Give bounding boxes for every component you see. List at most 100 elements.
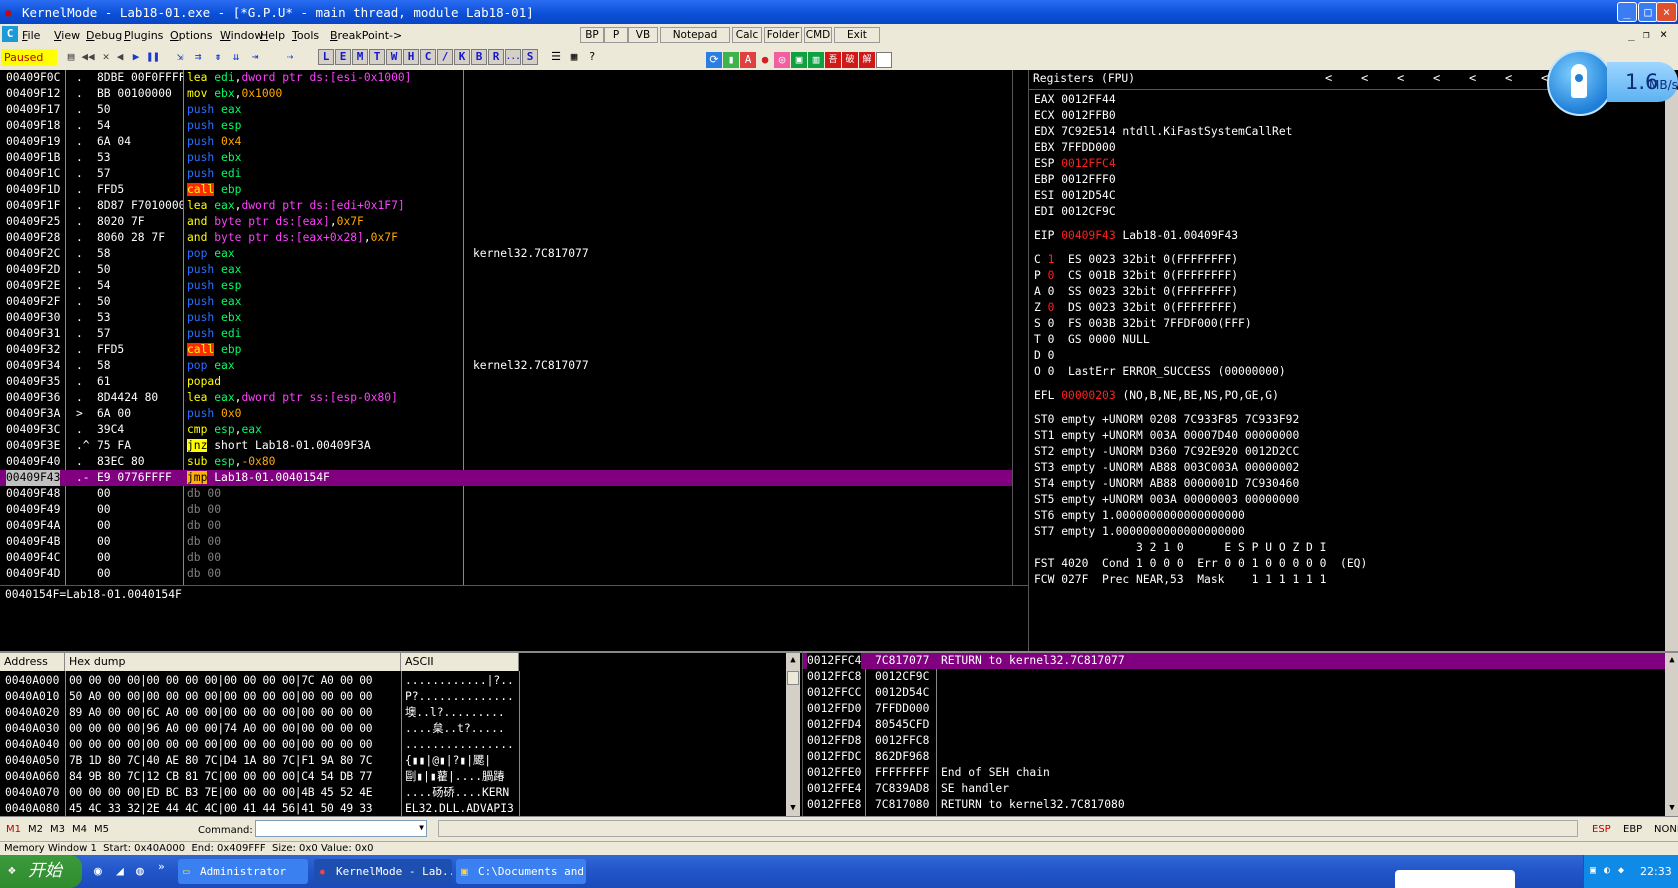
trace-over-icon[interactable]: ⇊ [228,49,244,65]
disasm-row[interactable]: 00409F4B 00 db 00 [0,534,1012,550]
stack-scrollbar[interactable]: ▲ ▼ [1665,653,1678,818]
window-button-m[interactable]: M [352,49,368,65]
register-line[interactable]: FCW 027F Prec NEAR,53 Mask 1 1 1 1 1 1 [1034,572,1326,588]
script-icon[interactable]: 吾 [825,52,841,68]
play-plugin-icon[interactable]: ▮ [723,52,739,68]
quick-button-calc[interactable]: Calc [732,27,762,43]
register-line[interactable]: C 1 ES 0023 32bit 0(FFFFFFFF) [1034,252,1238,268]
dump-header-ascii[interactable]: ASCII [401,653,519,671]
disasm-row[interactable]: 00409F2E. 54 push esp [0,278,1012,294]
quick-button-cmd[interactable]: CMD [804,27,832,43]
dump-row[interactable]: 0040A070 00 00 00 00|ED BC B3 7E|00 00 00… [0,785,786,801]
register-line[interactable]: O 0 LastErr ERROR_SUCCESS (00000000) [1034,364,1286,380]
window-button-e[interactable]: E [335,49,351,65]
quick-button-notepad[interactable]: Notepad [660,27,730,43]
disasm-row[interactable]: 00409F4D 00 db 00 [0,566,1012,582]
stack-scroll-down-icon[interactable]: ▼ [1665,803,1678,813]
memory-tab-m1[interactable]: M1 [6,824,21,835]
register-line[interactable]: ST4 empty -UNORM AB88 0000001D 7C930460 [1034,476,1299,492]
dump-scrollbar[interactable]: ▲ ▼ [786,653,800,818]
disasm-row[interactable]: 00409F32. FFD5 call ebp [0,342,1012,358]
list-icon[interactable]: ☰ [548,49,564,65]
disasm-row[interactable]: 00409F18. 54 push esp [0,118,1012,134]
stack-pane[interactable]: 0012FFC4 7C817077 RETURN to kernel32.7C817… [802,651,1678,818]
disasm-row[interactable]: 00409F2C. 58 pop eax kernel32.7C817077 [0,246,1012,262]
disasm-row[interactable]: 00409F25. 8020 7F and byte ptr ds:[eax],0x… [0,214,1012,230]
stack-row[interactable]: 0012FFE4 7C839AD8 SE handler [803,781,1665,797]
scroll-down-icon[interactable]: ▼ [1012,570,1013,580]
back-icon[interactable]: ◀ [112,49,128,65]
quick-launch-ie-icon[interactable]: ◉ [94,864,102,879]
crack-icon[interactable]: 破 [842,52,858,68]
dump-scroll-thumb[interactable] [787,671,799,685]
dump-scroll-down-icon[interactable]: ▼ [786,803,800,813]
dump-header-hex[interactable]: Hex dump [65,653,401,671]
dump-header-address[interactable]: Address [0,653,65,671]
menu-item-window[interactable]: Window [220,29,263,42]
register-line[interactable]: ST6 empty 1.0000000000000000000 [1034,508,1245,524]
tray-volume-icon[interactable]: ◐ [1604,865,1610,876]
disasm-row[interactable]: 00409F1D. FFD5 call ebp [0,182,1012,198]
window-button-r[interactable]: R [488,49,504,65]
disasm-row[interactable]: 00409F4C 00 db 00 [0,550,1012,566]
quick-button-p[interactable]: P [604,27,628,43]
command-dropdown-icon[interactable]: ▼ [419,823,424,832]
stack-row[interactable]: 0012FFDC 862DF968 [803,749,1665,765]
memory-tab-m3[interactable]: M3 [50,824,65,835]
disasm-row[interactable]: 00409F34. 58 pop eax kernel32.7C817077 [0,358,1012,374]
disasm-row[interactable]: 00409F35. 61 popad [0,374,1012,390]
menu-item-breakpoint[interactable]: BreakPoint-> [330,29,402,42]
dump-scroll-up-icon[interactable]: ▲ [786,655,800,665]
window-button-l[interactable]: L [318,49,334,65]
cpu-icon[interactable]: ▣ [791,52,807,68]
inner-close-button[interactable]: × [1660,27,1667,41]
disasm-row[interactable]: 00409F48 00 db 00 [0,486,1012,502]
register-line[interactable]: ST1 empty +UNORM 003A 00007D40 00000000 [1034,428,1299,444]
register-line[interactable]: EDI 0012CF9C [1034,204,1116,220]
register-nav-arrow[interactable]: < [1325,71,1332,85]
register-line[interactable]: ST0 empty +UNORM 0208 7C933F85 7C933F92 [1034,412,1299,428]
box-icon[interactable]: ▥ [808,52,824,68]
disasm-row[interactable]: 00409F36. 8D4424 80 lea eax,dword ptr ss:[… [0,390,1012,406]
ime-bar[interactable] [1395,870,1515,888]
disassembly-scrollbar[interactable]: ▲ ▼ [1012,70,1013,585]
taskbar-item-explorer[interactable]: ▭ Administrator [178,859,308,884]
registers-scrollbar[interactable] [1665,90,1678,651]
dump-row[interactable]: 0040A030 00 00 00 00|96 A0 00 00|74 A0 00… [0,721,786,737]
stack-row[interactable]: 0012FFE8 7C817080 RETURN to kernel32.7C817… [803,797,1665,813]
inner-minimize-button[interactable]: _ [1628,28,1635,41]
menu-item-debug[interactable]: Debug [86,29,122,42]
stack-row[interactable]: 0012FFCC 0012D54C [803,685,1665,701]
register-line[interactable]: EAX 0012FF44 [1034,92,1116,108]
register-line[interactable]: ESP 0012FFC4 [1034,156,1116,172]
network-speed-widget[interactable]: 1.6 MB/s [1545,48,1678,116]
mdi-child-icon[interactable]: C [2,26,18,42]
window-button-b[interactable]: B [471,49,487,65]
disasm-row[interactable]: 00409F4A 00 db 00 [0,518,1012,534]
menu-item-view[interactable]: View [54,29,80,42]
tray-shield-icon[interactable]: ◆ [1618,865,1624,876]
window-button-t[interactable]: T [369,49,385,65]
bug-icon[interactable]: ✹ [4,5,12,21]
stack-row[interactable]: 0012FFC8 0012CF9C [803,669,1665,685]
dump-row[interactable]: 0040A050 7B 1D 80 7C|40 AE 80 7C|D4 1A 80… [0,753,786,769]
command-input[interactable]: ▼ [255,820,427,837]
blank-icon[interactable] [876,52,892,68]
quick-button-bp[interactable]: BP [580,27,604,43]
disasm-row[interactable]: 00409F43 .- E9 0776FFFF jmp Lab18-01.004015… [0,470,1012,486]
stack-mode-esp[interactable]: ESP [1592,824,1611,835]
quick-button-vb[interactable]: VB [628,27,658,43]
refresh-icon[interactable]: ⟳ [706,52,722,68]
disasm-row[interactable]: 00409F1C. 57 push edi [0,166,1012,182]
disasm-row[interactable]: 00409F19. 6A 04 push 0x4 [0,134,1012,150]
register-line[interactable]: EBX 7FFDD000 [1034,140,1116,156]
stack-mode-ebp[interactable]: EBP [1623,824,1642,835]
stack-mode-none[interactable]: NONE [1654,824,1678,835]
disasm-row[interactable]: 00409F49 00 db 00 [0,502,1012,518]
step-over-icon[interactable]: ⇉ [190,49,206,65]
pause-icon[interactable]: ❚❚ [145,49,161,65]
help-icon[interactable]: ? [584,49,600,65]
rocket-icon[interactable] [1547,50,1613,116]
register-nav-arrow[interactable]: < [1397,71,1404,85]
disassembly-pane[interactable]: 00409F0C. 8DBE 00F0FFFF lea edi,dword ptr … [0,70,1013,585]
